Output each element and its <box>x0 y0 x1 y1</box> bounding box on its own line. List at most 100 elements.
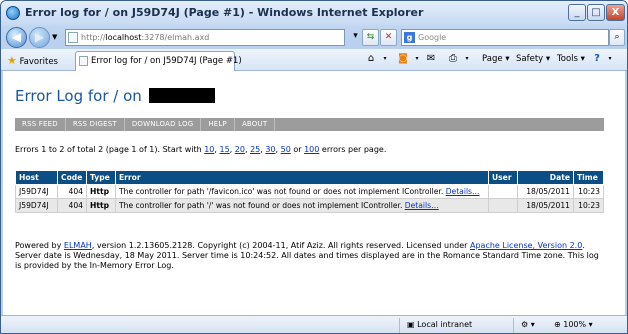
mail-icon[interactable]: ✉ <box>425 53 437 65</box>
zone-label: Local intranet <box>417 320 473 329</box>
elmah-link[interactable]: ELMAH <box>64 241 92 250</box>
page-title: Error Log for / on <box>15 87 215 105</box>
page-size-20-link[interactable]: 20 <box>235 145 245 154</box>
status-bar: ▣ Local intranet ⚙ ▾ ⊕ 100% ▾ <box>1 315 627 333</box>
zoom-icon: ⊕ <box>554 320 561 329</box>
cell-user <box>488 184 518 199</box>
close-button[interactable]: X <box>606 4 625 21</box>
col-error: Error <box>115 170 489 185</box>
page-content: Error Log for / on RSS FEED RSS DIGEST D… <box>3 71 625 315</box>
page-size-100-link[interactable]: 100 <box>304 145 319 154</box>
refresh-icon[interactable]: ⇆ <box>362 29 379 46</box>
search-input[interactable]: g Google <box>401 29 609 46</box>
cell-type: Http <box>86 184 116 199</box>
page-size-30-link[interactable]: 30 <box>265 145 275 154</box>
ie-logo-icon <box>6 6 20 20</box>
status-divider <box>399 318 400 333</box>
summary-post: errors per page. <box>321 145 387 154</box>
page-size-25-link[interactable]: 25 <box>250 145 260 154</box>
search-icon[interactable]: ⌕ <box>609 29 625 46</box>
page-icon <box>68 32 78 43</box>
cell-date: 18/05/2011 <box>517 184 574 199</box>
favorites-button[interactable]: ★ Favorites <box>7 54 58 67</box>
footer-text-1: Powered by <box>15 241 62 250</box>
protected-mode-icon[interactable]: ⚙ ▾ <box>521 320 535 329</box>
col-user: User <box>488 170 518 185</box>
footer-text-2: , version 1.2.13605.2128. Copyright (c) … <box>91 241 468 250</box>
summary-or: or <box>293 145 302 154</box>
page-footer: Powered by ELMAH, version 1.2.13605.2128… <box>15 241 607 271</box>
intranet-icon: ▣ <box>407 320 415 329</box>
page-size-10-link[interactable]: 10 <box>204 145 214 154</box>
cell-host: J59D74J <box>15 198 58 213</box>
feeds-dropdown-icon[interactable]: ▾ <box>411 53 423 65</box>
cell-time: 10:23 <box>573 198 604 213</box>
download-log-link[interactable]: DOWNLOAD LOG <box>125 118 202 131</box>
feeds-icon[interactable]: ◙ <box>397 53 409 65</box>
error-message: The controller for path '/favicon.ico' w… <box>119 187 444 196</box>
address-rest: :3278/elmah.axd <box>141 33 210 42</box>
print-dropdown-icon[interactable]: ▾ <box>461 53 473 65</box>
page-title-text: Error Log for / on <box>15 87 142 105</box>
cell-error: The controller for path '/favicon.ico' w… <box>115 184 489 199</box>
title-bar: Error log for / on J59D74J (Page #1) - W… <box>1 1 627 25</box>
tab-title: Error log for / on J59D74J (Page #1) <box>91 56 242 66</box>
cell-user <box>488 198 518 213</box>
command-bar: ★ Favorites Error log for / on J59D74J (… <box>1 49 627 71</box>
zoom-control[interactable]: ⊕ 100% ▾ <box>554 320 593 329</box>
col-type: Type <box>86 170 116 185</box>
page-menu[interactable]: Page ▾ <box>482 54 510 64</box>
cell-type: Http <box>86 198 116 213</box>
print-icon[interactable]: ⎙ <box>447 53 459 65</box>
safety-menu[interactable]: Safety ▾ <box>516 54 550 64</box>
col-code: Code <box>57 170 87 185</box>
address-toolbar: ◀ ▶ ▼ http://localhost:3278/elmah.axd ▾ … <box>1 25 627 49</box>
browser-tab[interactable]: Error log for / on J59D74J (Page #1) <box>75 51 242 71</box>
details-link[interactable]: Details… <box>405 201 439 210</box>
back-button[interactable]: ◀ <box>6 27 27 48</box>
forward-button[interactable]: ▶ <box>29 27 50 48</box>
help-link[interactable]: HELP <box>201 118 235 131</box>
col-host: Host <box>15 170 58 185</box>
page-menu-label: Page <box>482 54 503 64</box>
help-dropdown-icon[interactable]: ▾ <box>604 53 616 65</box>
rss-feed-link[interactable]: RSS FEED <box>15 118 66 131</box>
redacted-hostname <box>148 88 215 103</box>
history-dropdown-icon[interactable]: ▼ <box>52 33 57 41</box>
maximize-button[interactable]: □ <box>587 4 605 21</box>
cell-code: 404 <box>57 198 87 213</box>
address-host: localhost <box>105 33 142 42</box>
search-placeholder: Google <box>418 33 447 42</box>
tools-menu-label: Tools <box>557 54 578 64</box>
cell-code: 404 <box>57 184 87 199</box>
cell-error: The controller for path '/' was not foun… <box>115 198 489 213</box>
about-link[interactable]: ABOUT <box>235 118 276 131</box>
page-size-50-link[interactable]: 50 <box>281 145 291 154</box>
errors-summary: Errors 1 to 2 of total 2 (page 1 of 1). … <box>15 145 387 154</box>
status-divider <box>513 318 514 333</box>
table-row: J59D74J 404 Http The controller for path… <box>15 184 604 199</box>
favorites-star-icon: ★ <box>7 54 17 67</box>
google-logo-icon: g <box>404 32 415 43</box>
tools-menu[interactable]: Tools ▾ <box>557 54 585 64</box>
error-message: The controller for path '/' was not foun… <box>119 201 403 210</box>
security-zone[interactable]: ▣ Local intranet <box>407 320 472 329</box>
cell-date: 18/05/2011 <box>517 198 574 213</box>
favorites-label: Favorites <box>19 57 58 67</box>
stop-icon[interactable]: ✕ <box>380 29 397 46</box>
table-row: J59D74J 404 Http The controller for path… <box>15 198 604 213</box>
minimize-button[interactable]: _ <box>568 4 586 21</box>
summary-text: Errors 1 to 2 of total 2 (page 1 of 1). … <box>15 145 202 154</box>
table-header-row: Host Code Type Error User Date Time <box>15 170 604 185</box>
details-link[interactable]: Details… <box>446 187 480 196</box>
address-field[interactable]: http://localhost:3278/elmah.axd <box>65 29 345 46</box>
page-size-15-link[interactable]: 15 <box>220 145 230 154</box>
home-dropdown-icon[interactable]: ▾ <box>379 53 391 65</box>
help-icon[interactable]: ? <box>591 53 603 65</box>
rss-digest-link[interactable]: RSS DIGEST <box>66 118 125 131</box>
home-icon[interactable]: ⌂ <box>365 53 377 65</box>
license-link[interactable]: Apache License, Version 2.0 <box>470 241 582 250</box>
zoom-level: 100% <box>563 320 587 329</box>
tab-page-icon <box>79 56 88 66</box>
cell-time: 10:23 <box>573 184 604 199</box>
